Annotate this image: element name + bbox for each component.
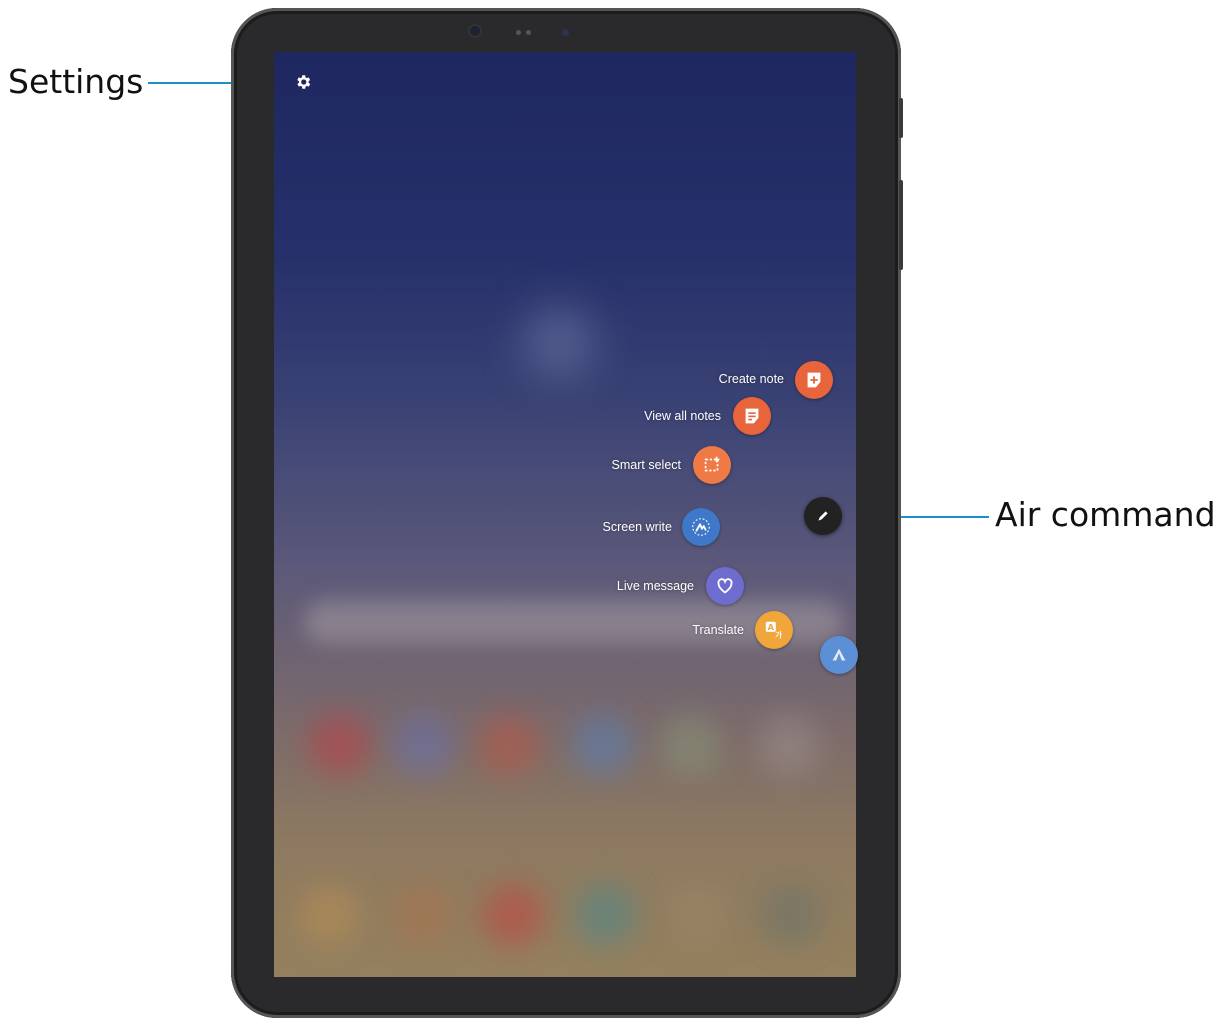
add-shortcut-button[interactable] — [820, 636, 858, 674]
screen-write-button[interactable] — [682, 508, 720, 546]
translate-label[interactable]: Translate — [660, 623, 744, 637]
screen-write-icon — [692, 518, 710, 536]
blurred-app-icon — [392, 714, 454, 776]
create-note-button[interactable] — [795, 361, 833, 399]
screen-write-label[interactable]: Screen write — [570, 520, 672, 534]
translate-icon: A 가 — [765, 621, 782, 639]
blurred-app-icon — [298, 884, 360, 946]
volume-button — [899, 98, 903, 138]
blurred-app-icon — [392, 884, 454, 946]
live-message-label[interactable]: Live message — [590, 579, 694, 593]
air-command-callout-label: Air command — [995, 495, 1216, 534]
blurred-app-icon — [572, 714, 634, 776]
translate-button[interactable]: A 가 — [755, 611, 793, 649]
blurred-app-icon — [666, 884, 728, 946]
iris-sensor — [562, 29, 569, 36]
create-note-icon — [807, 372, 821, 388]
create-note-label[interactable]: Create note — [680, 372, 784, 386]
tent-icon — [832, 648, 846, 661]
wallpaper-glow — [524, 307, 594, 377]
gear-icon — [297, 75, 311, 89]
blurred-app-icon — [574, 884, 636, 946]
sensor-dot — [526, 30, 531, 35]
blurred-app-icon — [660, 714, 722, 776]
view-all-notes-button[interactable] — [733, 397, 771, 435]
pen-icon — [818, 511, 828, 521]
smart-select-icon — [704, 456, 720, 472]
live-message-icon — [717, 578, 733, 594]
live-message-button[interactable] — [706, 567, 744, 605]
view-all-notes-label[interactable]: View all notes — [610, 409, 721, 423]
air-command-button[interactable] — [804, 497, 842, 535]
svg-text:A: A — [768, 622, 775, 632]
blurred-app-icon — [482, 884, 544, 946]
settings-callout-label: Settings — [8, 62, 144, 101]
settings-gear-icon[interactable] — [294, 73, 312, 91]
blurred-app-icon — [760, 884, 822, 946]
sensor-dot — [516, 30, 521, 35]
blurred-app-icon — [308, 714, 370, 776]
svg-text:가: 가 — [775, 630, 782, 639]
blurred-app-icon — [478, 714, 540, 776]
smart-select-button[interactable] — [693, 446, 731, 484]
smart-select-label[interactable]: Smart select — [580, 458, 681, 472]
blurred-app-icon — [758, 714, 820, 776]
power-button — [899, 180, 903, 270]
view-notes-icon — [745, 408, 759, 424]
home-screen — [274, 52, 856, 977]
front-camera — [470, 26, 480, 36]
